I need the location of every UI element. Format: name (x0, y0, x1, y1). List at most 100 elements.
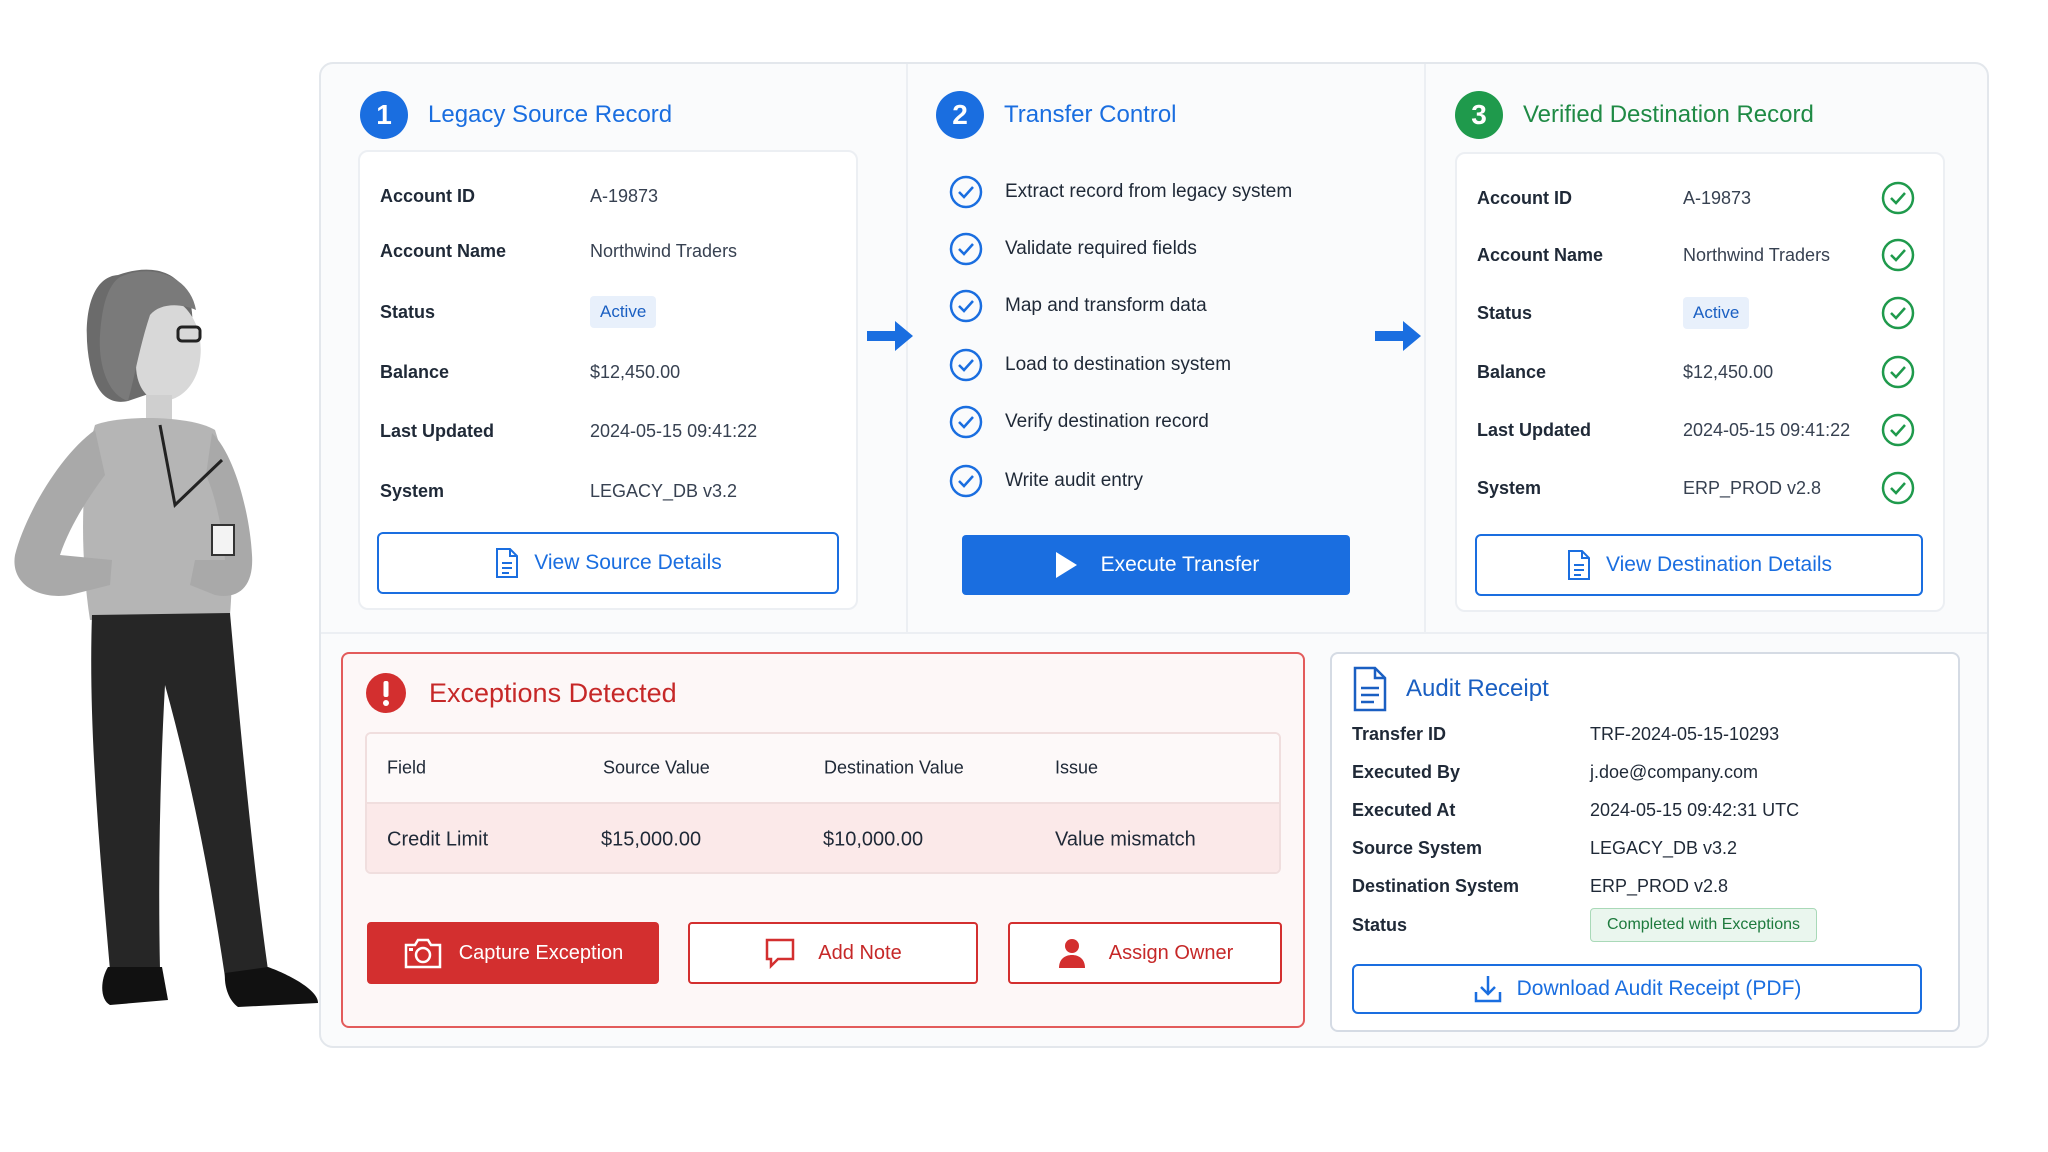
execute-transfer-button[interactable]: Execute Transfer (962, 535, 1350, 595)
completion-status-badge: Completed with Exceptions (1590, 908, 1817, 942)
column-header: Source Value (603, 757, 710, 778)
field-label: Account ID (1477, 187, 1573, 208)
field-label: Source System (1352, 837, 1483, 858)
step-item: Write audit entry (949, 461, 1143, 501)
field-value: 2024-05-15 09:41:22 (1683, 419, 1851, 440)
field-label: Status (1352, 914, 1408, 935)
document-icon (496, 548, 519, 578)
step-item: Extract record from legacy system (949, 172, 1292, 212)
field-label: Status (1477, 302, 1533, 323)
cell-source-value: $15,000.00 (601, 828, 702, 851)
row-divider (321, 632, 1987, 634)
alert-icon (366, 673, 406, 713)
step-label: Validate required fields (1005, 238, 1197, 259)
table-row[interactable]: Credit Limit $15,000.00 $10,000.00 Value… (367, 802, 1279, 872)
field-value: A-19873 (1683, 187, 1752, 208)
button-label: Add Note (818, 941, 902, 964)
button-label: View Source Details (534, 551, 722, 574)
view-source-details-button[interactable]: View Source Details (377, 532, 839, 594)
field-label: Last Updated (380, 420, 495, 441)
source-title: Legacy Source Record (428, 101, 673, 128)
check-circle-icon (949, 348, 983, 382)
field-value: 2024-05-15 09:42:31 UTC (1590, 799, 1800, 820)
comment-icon (766, 938, 795, 969)
control-header: 2 Transfer Control (936, 91, 1177, 139)
button-label: Download Audit Receipt (PDF) (1516, 977, 1802, 1000)
field-label: Executed By (1352, 761, 1461, 782)
source-row-status: Status Active (360, 292, 856, 332)
step-number-badge: 3 (1455, 91, 1503, 139)
audit-row-transfer-id: Transfer ID TRF-2024-05-15-10293 (1352, 717, 1779, 751)
column-header: Destination Value (824, 757, 964, 778)
view-destination-details-button[interactable]: View Destination Details (1475, 534, 1923, 596)
download-icon (1474, 976, 1501, 1003)
check-circle-icon (949, 175, 983, 209)
cell-field: Credit Limit (387, 828, 489, 851)
field-label: Account ID (380, 185, 476, 206)
field-value: $12,450.00 (1683, 361, 1774, 382)
button-label: View Destination Details (1605, 553, 1833, 576)
user-icon (1058, 939, 1085, 968)
transfer-workflow-card: 1 Legacy Source Record Account ID A-1987… (319, 62, 1989, 1048)
check-circle-icon (949, 232, 983, 266)
step-number-badge: 2 (936, 91, 984, 139)
arrow-right-icon (867, 321, 913, 351)
audit-row-source-system: Source System LEGACY_DB v3.2 (1352, 831, 1737, 865)
field-value: A-19873 (590, 185, 659, 206)
cell-issue: Value mismatch (1055, 828, 1196, 851)
destination-row-status: Status Active (1457, 293, 1943, 333)
field-value: j.doe@company.com (1590, 761, 1759, 782)
audit-row-destination-system: Destination System ERP_PROD v2.8 (1352, 869, 1728, 903)
step-label: Extract record from legacy system (1005, 181, 1293, 202)
field-label: Account Name (1477, 244, 1604, 265)
source-row-account-name: Account Name Northwind Traders (360, 231, 856, 271)
person-illustration (14, 269, 318, 1007)
cell-destination-value: $10,000.00 (823, 828, 924, 851)
field-value: $12,450.00 (590, 361, 681, 382)
field-value: 2024-05-15 09:41:22 (590, 420, 758, 441)
field-label: System (1477, 477, 1542, 498)
check-circle-icon (949, 464, 983, 498)
field-label: Last Updated (1477, 419, 1592, 440)
field-label: Destination System (1352, 875, 1520, 896)
step-item: Load to destination system (949, 345, 1231, 385)
column-header: Field (387, 757, 427, 778)
step-number-badge: 1 (360, 91, 408, 139)
destination-row-balance: Balance $12,450.00 (1457, 352, 1943, 392)
source-header: 1 Legacy Source Record (360, 91, 672, 139)
camera-icon (404, 938, 441, 969)
step-item: Map and transform data (949, 286, 1207, 326)
destination-row-system: System ERP_PROD v2.8 (1457, 468, 1943, 508)
control-title: Transfer Control (1004, 101, 1177, 128)
verified-check-icon (1881, 296, 1915, 330)
step-label: Verify destination record (1005, 411, 1209, 432)
download-audit-receipt-button[interactable]: Download Audit Receipt (PDF) (1352, 964, 1922, 1014)
audit-row-executed-by: Executed By j.doe@company.com (1352, 755, 1758, 789)
step-label: Write audit entry (1005, 470, 1143, 491)
capture-exception-button[interactable]: Capture Exception (367, 922, 659, 984)
source-row-system: System LEGACY_DB v3.2 (360, 471, 856, 511)
assign-owner-button[interactable]: Assign Owner (1008, 922, 1282, 984)
source-row-last-updated: Last Updated 2024-05-15 09:41:22 (360, 411, 856, 451)
destination-row-account-id: Account ID A-19873 (1457, 178, 1943, 218)
receipt-document-icon (1353, 666, 1387, 712)
button-label: Execute Transfer (1100, 553, 1260, 576)
step-item: Validate required fields (949, 229, 1197, 269)
exceptions-title: Exceptions Detected (429, 677, 677, 708)
field-value: Northwind Traders (1683, 244, 1831, 265)
destination-row-account-name: Account Name Northwind Traders (1457, 235, 1943, 275)
step-label: Map and transform data (1005, 295, 1207, 316)
field-value: ERP_PROD v2.8 (1590, 875, 1729, 896)
field-label: Executed At (1352, 799, 1456, 820)
destination-row-last-updated: Last Updated 2024-05-15 09:41:22 (1457, 410, 1943, 450)
column-divider (1424, 64, 1426, 632)
check-circle-icon (949, 405, 983, 439)
status-badge: Active (590, 296, 657, 328)
add-note-button[interactable]: Add Note (688, 922, 978, 984)
verified-check-icon (1881, 181, 1915, 215)
field-value: LEGACY_DB v3.2 (590, 480, 738, 501)
audit-row-executed-at: Executed At 2024-05-15 09:42:31 UTC (1352, 793, 1799, 827)
exceptions-header: Exceptions Detected (365, 672, 677, 714)
field-value: LEGACY_DB v3.2 (1590, 837, 1738, 858)
arrow-right-icon (1375, 321, 1421, 351)
